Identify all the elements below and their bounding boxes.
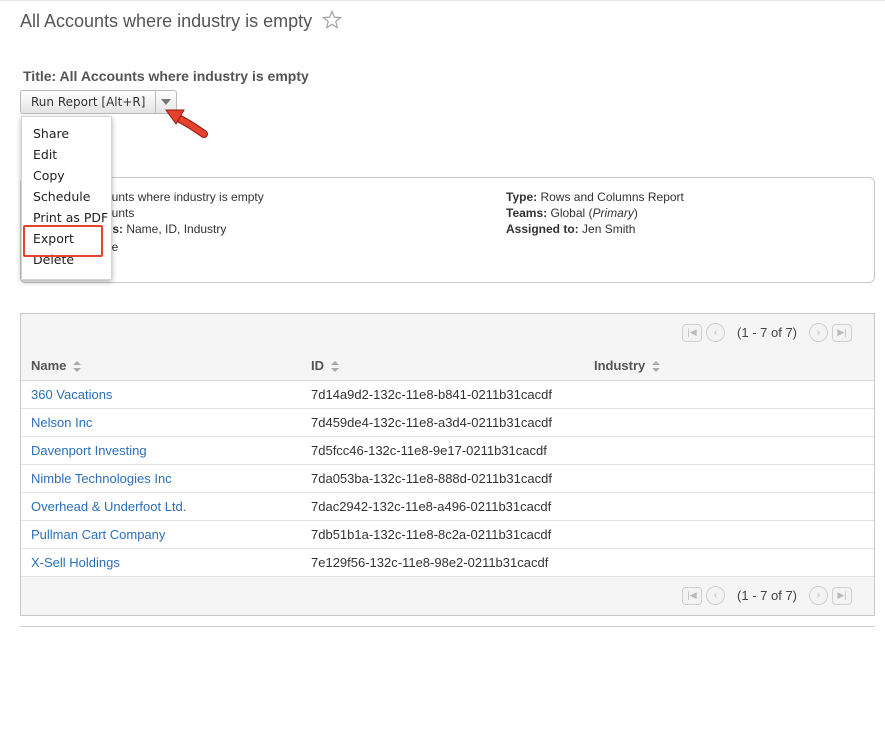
account-industry-cell	[584, 464, 874, 493]
table-row: Nimble Technologies Inc 7da053ba-132c-11…	[21, 464, 874, 493]
assigned-to-label: Assigned to:	[506, 222, 579, 236]
table-header-row: Name ID Industry	[21, 350, 874, 381]
prev-page-icon[interactable]: ‹	[706, 586, 726, 605]
account-industry-cell	[584, 408, 874, 437]
table-row: Overhead & Underfoot Ltd. 7dac2942-132c-…	[21, 492, 874, 521]
account-id-cell: 7dac2942-132c-11e8-a496-0211b31cacdf	[301, 492, 584, 521]
pager-count-top: (1 - 7 of 7)	[737, 325, 797, 340]
pager-bottom: |◀ ‹ (1 - 7 of 7) › ▶|	[682, 586, 852, 605]
account-id-cell: 7d459de4-132c-11e8-a3d4-0211b31cacdf	[301, 408, 584, 437]
report-title-label: Title: All Accounts where industry is em…	[23, 68, 309, 84]
account-industry-cell	[584, 436, 874, 465]
account-industry-cell	[584, 380, 874, 409]
assigned-to-value: Jen Smith	[582, 222, 636, 236]
results-table: Name ID Industry 360 Vacations 7d14a9d2-…	[21, 350, 874, 577]
last-page-icon[interactable]: ▶|	[832, 323, 852, 342]
account-name-link[interactable]: Davenport Investing	[31, 443, 147, 458]
prev-page-icon[interactable]: ‹	[706, 323, 726, 342]
account-id-cell: 7db51b1a-132c-11e8-8c2a-0211b31cacdf	[301, 520, 584, 549]
annotation-arrow-icon	[160, 104, 210, 145]
account-name-link[interactable]: 360 Vacations	[31, 387, 112, 402]
favorite-star-icon[interactable]	[321, 9, 343, 35]
assigned-to-row: Assigned to: Jen Smith	[506, 222, 635, 236]
column-header-name[interactable]: Name	[21, 350, 301, 381]
menu-item-share[interactable]: Share	[33, 126, 69, 141]
next-page-icon[interactable]: ›	[809, 323, 828, 342]
last-page-icon[interactable]: ▶|	[832, 586, 852, 605]
column-header-name-label: Name	[31, 357, 67, 373]
report-name-fragment: ounts where industry is empty	[105, 190, 264, 204]
account-industry-cell	[584, 492, 874, 521]
account-name-link[interactable]: Overhead & Underfoot Ltd.	[31, 499, 186, 514]
report-details-panel: ounts where industry is empty ounts ns: …	[20, 177, 875, 283]
run-report-button-group: Run Report [Alt+R]	[20, 90, 178, 114]
sort-icon	[73, 360, 82, 372]
pager-top: |◀ ‹ (1 - 7 of 7) › ▶|	[682, 323, 852, 342]
menu-item-copy[interactable]: Copy	[33, 168, 65, 183]
report-actions-menu: Share Edit Copy Schedule Print as PDF Ex…	[21, 116, 112, 280]
menu-item-export[interactable]: Export	[33, 231, 74, 246]
menu-item-schedule[interactable]: Schedule	[33, 189, 90, 204]
results-panel: |◀ ‹ (1 - 7 of 7) › ▶| Name ID Industry …	[20, 313, 875, 616]
table-row: Davenport Investing 7d5fcc46-132c-11e8-9…	[21, 436, 874, 465]
pager-count-bottom: (1 - 7 of 7)	[737, 588, 797, 603]
table-row: Nelson Inc 7d459de4-132c-11e8-a3d4-0211b…	[21, 408, 874, 437]
teams-label: Teams:	[506, 206, 548, 220]
sort-icon	[651, 360, 660, 372]
table-row: 360 Vacations 7d14a9d2-132c-11e8-b841-02…	[21, 380, 874, 409]
menu-item-print-as-pdf[interactable]: Print as PDF	[33, 210, 108, 225]
account-name-link[interactable]: Nelson Inc	[31, 415, 92, 430]
account-id-cell: 7d5fcc46-132c-11e8-9e17-0211b31cacdf	[301, 436, 584, 465]
top-divider	[0, 0, 885, 1]
column-header-id[interactable]: ID	[301, 350, 584, 381]
report-type-label: Type:	[506, 190, 538, 204]
teams-value: Global	[550, 206, 586, 220]
display-columns-value: Name, ID, Industry	[126, 222, 227, 236]
column-header-industry-label: Industry	[594, 357, 646, 373]
menu-item-edit[interactable]: Edit	[33, 147, 57, 162]
column-header-id-label: ID	[311, 357, 324, 373]
table-row: X-Sell Holdings 7e129f56-132c-11e8-98e2-…	[21, 548, 874, 577]
first-page-icon[interactable]: |◀	[682, 323, 703, 342]
account-id-cell: 7e129f56-132c-11e8-98e2-0211b31cacdf	[301, 548, 584, 577]
account-industry-cell	[584, 548, 874, 577]
sort-icon	[330, 360, 339, 372]
report-type-row: Type: Rows and Columns Report	[506, 190, 684, 204]
display-columns-row: ns: Name, ID, Industry	[105, 222, 226, 236]
teams-primary: Primary	[592, 206, 634, 220]
bottom-divider	[20, 626, 875, 627]
run-report-button[interactable]: Run Report [Alt+R]	[20, 90, 157, 114]
account-id-cell: 7da053ba-132c-11e8-888d-0211b31cacdf	[301, 464, 584, 493]
report-type-value: Rows and Columns Report	[540, 190, 684, 204]
next-page-icon[interactable]: ›	[809, 586, 828, 605]
account-name-link[interactable]: Nimble Technologies Inc	[31, 471, 172, 486]
account-name-link[interactable]: X-Sell Holdings	[31, 555, 120, 570]
teams-row: Teams: Global (Primary)	[506, 206, 638, 220]
column-header-industry[interactable]: Industry	[584, 350, 874, 381]
account-industry-cell	[584, 520, 874, 549]
table-row: Pullman Cart Company 7db51b1a-132c-11e8-…	[21, 520, 874, 549]
menu-item-delete[interactable]: Delete	[33, 252, 74, 267]
account-name-link[interactable]: Pullman Cart Company	[31, 527, 165, 542]
first-page-icon[interactable]: |◀	[682, 586, 703, 605]
page-title: All Accounts where industry is empty	[20, 11, 313, 31]
account-id-cell: 7d14a9d2-132c-11e8-b841-0211b31cacdf	[301, 380, 584, 409]
